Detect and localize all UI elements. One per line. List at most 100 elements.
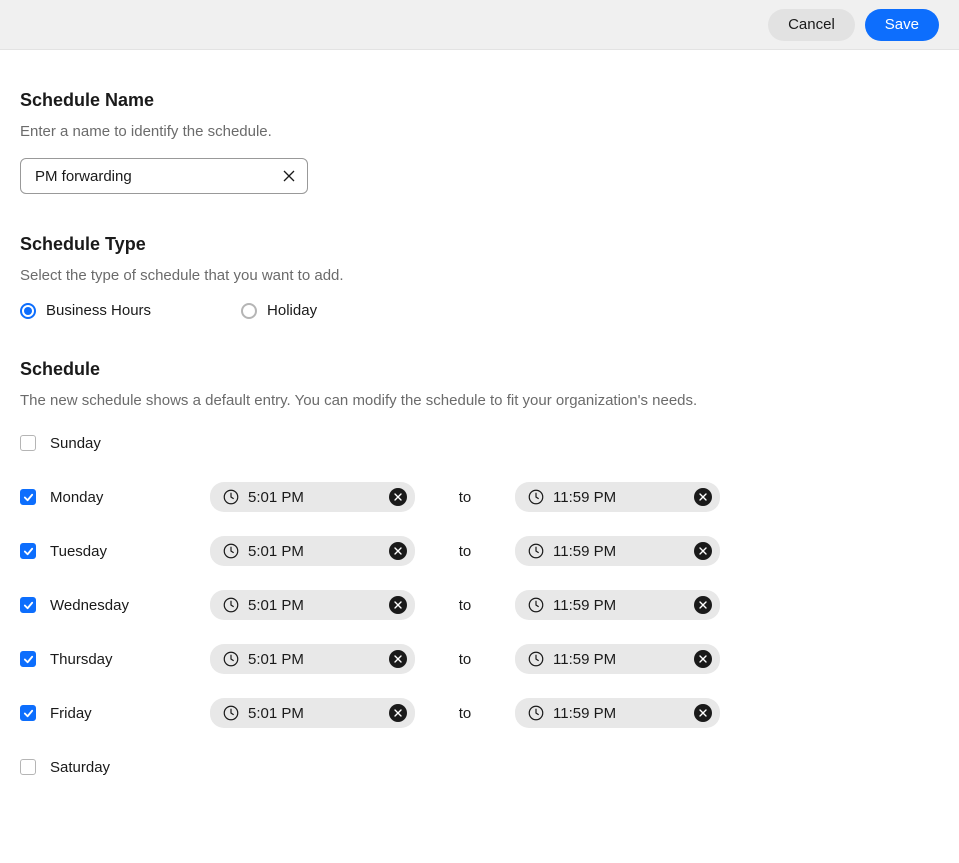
x-icon: [394, 709, 402, 717]
schedule-list: SundayMonday5:01 PMto11:59 PMTuesday5:01…: [20, 427, 920, 783]
clock-icon: [527, 650, 545, 668]
schedule-type-section: Schedule Type Select the type of schedul…: [20, 234, 920, 319]
day-check-wrap: Wednesday: [20, 597, 210, 614]
schedule-name-section: Schedule Name Enter a name to identify t…: [20, 90, 920, 194]
day-checkbox[interactable]: [20, 597, 36, 613]
clear-time-button[interactable]: [389, 542, 407, 560]
clock-icon: [222, 650, 240, 668]
start-time-value: 5:01 PM: [248, 705, 381, 722]
radio-dot-icon: [24, 307, 32, 315]
schedule-type-desc: Select the type of schedule that you wan…: [20, 267, 920, 284]
to-label: to: [415, 543, 515, 560]
end-time-value: 11:59 PM: [553, 705, 686, 722]
start-time-picker[interactable]: 5:01 PM: [210, 482, 415, 512]
day-checkbox[interactable]: [20, 651, 36, 667]
day-check-wrap: Saturday: [20, 759, 210, 776]
end-time-value: 11:59 PM: [553, 597, 686, 614]
top-bar: Cancel Save: [0, 0, 959, 50]
x-icon: [394, 547, 402, 555]
clear-time-button[interactable]: [694, 650, 712, 668]
clear-time-button[interactable]: [389, 488, 407, 506]
x-icon: [394, 655, 402, 663]
schedule-name-input[interactable]: [20, 158, 308, 194]
day-checkbox[interactable]: [20, 489, 36, 505]
clear-time-button[interactable]: [694, 542, 712, 560]
clear-name-button[interactable]: [280, 167, 298, 185]
to-label: to: [415, 705, 515, 722]
schedule-name-title: Schedule Name: [20, 90, 920, 111]
clear-time-button[interactable]: [694, 704, 712, 722]
check-icon: [23, 492, 34, 503]
schedule-name-desc: Enter a name to identify the schedule.: [20, 123, 920, 140]
end-time-picker[interactable]: 11:59 PM: [515, 536, 720, 566]
end-time-cell: 11:59 PM: [515, 536, 720, 566]
to-label: to: [415, 651, 515, 668]
schedule-desc: The new schedule shows a default entry. …: [20, 392, 920, 409]
day-row-saturday: Saturday: [20, 751, 920, 783]
day-row-monday: Monday 5:01 PM to11:59 PM: [20, 481, 920, 513]
content: Schedule Name Enter a name to identify t…: [0, 50, 940, 863]
clear-time-button[interactable]: [694, 596, 712, 614]
x-icon: [699, 709, 707, 717]
x-icon: [394, 601, 402, 609]
start-time-cell: 5:01 PM: [210, 536, 415, 566]
check-icon: [23, 708, 34, 719]
day-check-wrap: Thursday: [20, 651, 210, 668]
schedule-section: Schedule The new schedule shows a defaul…: [20, 359, 920, 783]
start-time-picker[interactable]: 5:01 PM: [210, 644, 415, 674]
start-time-cell: 5:01 PM: [210, 644, 415, 674]
end-time-cell: 11:59 PM: [515, 644, 720, 674]
day-label: Saturday: [50, 759, 110, 776]
day-label: Monday: [50, 489, 103, 506]
clear-time-button[interactable]: [389, 704, 407, 722]
day-checkbox[interactable]: [20, 543, 36, 559]
x-icon: [394, 493, 402, 501]
start-time-picker[interactable]: 5:01 PM: [210, 536, 415, 566]
schedule-type-radios: Business Hours Holiday: [20, 302, 920, 319]
start-time-value: 5:01 PM: [248, 489, 381, 506]
check-icon: [23, 546, 34, 557]
x-icon: [699, 601, 707, 609]
radio-option-business-hours[interactable]: Business Hours: [20, 302, 151, 319]
cancel-button[interactable]: Cancel: [768, 9, 855, 41]
save-button[interactable]: Save: [865, 9, 939, 41]
day-checkbox[interactable]: [20, 435, 36, 451]
schedule-title: Schedule: [20, 359, 920, 380]
day-checkbox[interactable]: [20, 759, 36, 775]
radio-option-holiday[interactable]: Holiday: [241, 302, 317, 319]
clear-time-button[interactable]: [694, 488, 712, 506]
end-time-value: 11:59 PM: [553, 543, 686, 560]
day-label: Friday: [50, 705, 92, 722]
day-checkbox[interactable]: [20, 705, 36, 721]
check-icon: [23, 600, 34, 611]
clock-icon: [527, 542, 545, 560]
x-icon: [699, 547, 707, 555]
radio-label: Business Hours: [46, 302, 151, 319]
start-time-picker[interactable]: 5:01 PM: [210, 698, 415, 728]
day-label: Tuesday: [50, 543, 107, 560]
start-time-picker[interactable]: 5:01 PM: [210, 590, 415, 620]
end-time-picker[interactable]: 11:59 PM: [515, 482, 720, 512]
clock-icon: [527, 596, 545, 614]
end-time-picker[interactable]: 11:59 PM: [515, 698, 720, 728]
start-time-cell: 5:01 PM: [210, 590, 415, 620]
day-row-friday: Friday 5:01 PM to 11:59 PM: [20, 697, 920, 729]
clock-icon: [527, 704, 545, 722]
to-label: to: [415, 489, 515, 506]
end-time-cell: 11:59 PM: [515, 590, 720, 620]
schedule-type-title: Schedule Type: [20, 234, 920, 255]
start-time-value: 5:01 PM: [248, 597, 381, 614]
clock-icon: [527, 488, 545, 506]
schedule-name-input-wrapper: [20, 158, 308, 194]
to-label: to: [415, 597, 515, 614]
clock-icon: [222, 488, 240, 506]
day-check-wrap: Tuesday: [20, 543, 210, 560]
day-check-wrap: Monday: [20, 489, 210, 506]
end-time-picker[interactable]: 11:59 PM: [515, 590, 720, 620]
clock-icon: [222, 596, 240, 614]
end-time-picker[interactable]: 11:59 PM: [515, 644, 720, 674]
clear-time-button[interactable]: [389, 650, 407, 668]
check-icon: [23, 654, 34, 665]
start-time-value: 5:01 PM: [248, 543, 381, 560]
clear-time-button[interactable]: [389, 596, 407, 614]
